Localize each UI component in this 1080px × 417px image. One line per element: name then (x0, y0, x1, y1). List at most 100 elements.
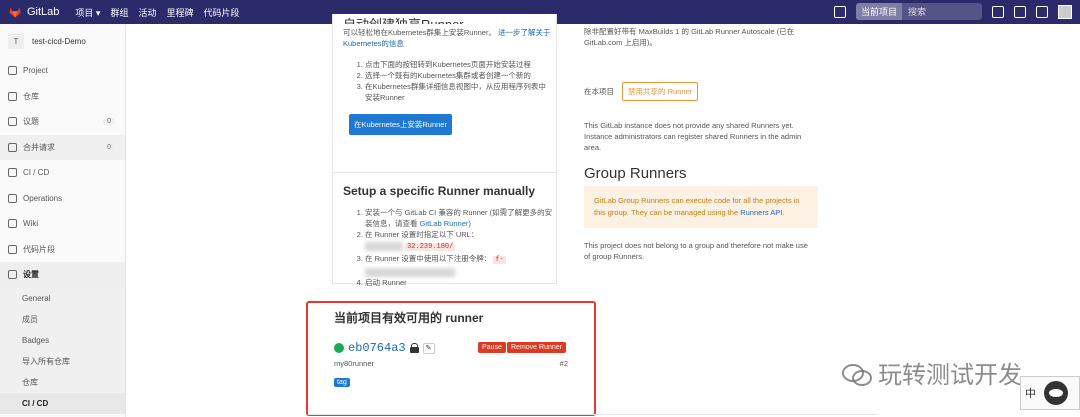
sidebar-item-label: 仓库 (23, 91, 39, 101)
runner-id-link[interactable]: eb0764a3 (348, 341, 406, 355)
watermark-text: 玩转测试开发 (878, 362, 1022, 389)
top-right-controls: 当前项目 搜索 (834, 3, 1072, 20)
settings-sub-general[interactable]: General (0, 288, 125, 309)
panda-icon (1044, 381, 1068, 405)
sidebar-item-wiki[interactable]: Wiki (0, 211, 125, 237)
settings-sub-repository[interactable]: 仓库 (0, 372, 125, 393)
auto-step: 在Kubernetes群集详细信息视图中，从应用程序列表中安装Runner (365, 81, 553, 103)
gitlab-runner-link[interactable]: GitLab Runner (420, 219, 469, 228)
auto-step: 点击下面的按钮转到Kubernetes页面开始安装过程 (365, 59, 553, 70)
sidebar-item-label: 合并请求 (23, 142, 55, 152)
sidebar-item-merge-requests[interactable]: 合并请求 0 (0, 134, 125, 160)
runner-status-icon (334, 343, 344, 353)
runner-row: eb0764a3 ✎ (334, 341, 435, 355)
plus-icon[interactable] (834, 5, 846, 18)
specific-runners-card: 自动创建独享Runner 可以轻松地在Kubernetes群集上安装Runner… (332, 14, 557, 287)
auto-step: 选择一个既有的Kubernetes集群或者创建一个新的 (365, 70, 553, 81)
sidebar-item-label: 议题 (23, 117, 39, 127)
nav-snippets[interactable]: 代码片段 (204, 6, 240, 19)
lock-icon (409, 343, 419, 353)
ime-toolbar[interactable]: 中 (1020, 376, 1080, 410)
sidebar-item-issues[interactable]: 议题 0 (0, 109, 125, 135)
sidebar-item-snippets[interactable]: 代码片段 (0, 237, 125, 263)
manual-step-text: 在 Runner 设置中使用以下注册令牌： (365, 254, 492, 263)
auto-runner-intro: 可以轻松地在Kubernetes群集上安装Runner。 进一步了解关于Kube… (343, 27, 553, 49)
runners-api-link[interactable]: Runners API (740, 208, 782, 217)
nav-projects[interactable]: 项目 ▾ (75, 6, 100, 19)
sidebar-item-repository[interactable]: 仓库 (0, 84, 125, 110)
manual-steps-list: 安装一个与 GitLab CI 兼容的 Runner (如需了解更多的安装信息，… (343, 207, 553, 288)
sidebar-item-label: CI / CD (23, 168, 50, 178)
sidebar-item-label: 代码片段 (23, 244, 55, 254)
auto-steps-list: 点击下面的按钮转到Kubernetes页面开始安装过程 选择一个既有的Kuber… (343, 59, 553, 103)
scissors-icon (8, 244, 17, 254)
settings-section: 设置 General 成员 Badges 导入所有仓库 仓库 CI / CD (0, 262, 125, 414)
tanuki-icon (9, 7, 21, 18)
pencil-icon[interactable]: ✎ (422, 342, 435, 354)
settings-sub-import[interactable]: 导入所有仓库 (0, 351, 125, 372)
manual-step: 在 Runner 设置时指定以下 URL： 32.239.180/ (365, 229, 553, 253)
runner-url: 32.239.180/ (405, 243, 456, 251)
sidebar-item-label: Operations (23, 193, 63, 203)
intro-text: 可以轻松地在Kubernetes群集上安装Runner。 (343, 28, 496, 37)
sidebar-item-label: Project (23, 66, 48, 76)
home-icon (8, 66, 17, 76)
manual-step-text-end: ) (468, 219, 471, 228)
sidebar-item-operations[interactable]: Operations (0, 186, 125, 212)
install-on-kubernetes-button[interactable]: 在Kubernetes上安装Runner (349, 114, 452, 135)
sidebar-item-label: Wiki (23, 219, 39, 229)
cloud-icon (8, 193, 17, 203)
merge-requests-count-badge: 0 (103, 143, 115, 151)
issues-icon[interactable] (992, 5, 1004, 18)
project-name: test-cicd-Demo (32, 36, 86, 46)
shared-runners-note: 除非配置好带有 MaxBuilds 1 的 GitLab Runner Auto… (584, 27, 795, 47)
sidebar: T test-cicd-Demo Project 仓库 议题 0 合并请求 0 … (0, 24, 126, 417)
sidebar-item-label: 设置 (23, 270, 39, 280)
manual-setup-heading: Setup a specific Runner manually (343, 184, 536, 198)
manual-step: 安装一个与 GitLab CI 兼容的 Runner (如需了解更多的安装信息，… (365, 207, 553, 229)
active-runners-highlight: 当前项目有效可用的 runner eb0764a3 ✎ Pause Remove… (306, 301, 596, 416)
no-shared-runners-text: This GitLab instance does not provide an… (584, 121, 802, 152)
runner-tag-badge: tag (334, 378, 350, 387)
user-avatar[interactable] (1058, 4, 1072, 19)
settings-sub-members[interactable]: 成员 (0, 309, 125, 330)
gitlab-logo[interactable]: GitLab (8, 5, 59, 19)
ime-mode-label: 中 (1025, 388, 1036, 400)
project-header[interactable]: T test-cicd-Demo (0, 24, 125, 58)
auto-runner-heading: 自动创建独享Runner (343, 14, 553, 24)
this-project-label: 在本项目 (584, 87, 614, 96)
card-divider (333, 172, 556, 173)
issues-count-badge: 0 (103, 118, 115, 126)
search-input[interactable]: 当前项目 搜索 (856, 3, 982, 20)
blurred-token (365, 267, 455, 277)
sidebar-item-settings[interactable]: 设置 (0, 262, 125, 288)
settings-sub-badges[interactable]: Badges (0, 330, 125, 351)
shared-runners-toggle-row: 在本项目 禁用共享的 Runner (584, 82, 699, 101)
manual-step: 在 Runner 设置中使用以下注册令牌： f- (365, 253, 553, 277)
blurred-url-prefix (365, 241, 403, 251)
nav-groups[interactable]: 群组 (110, 6, 128, 19)
search-scope[interactable]: 当前项目 (856, 3, 903, 20)
group-runners-note: This project does not belong to a group … (584, 241, 808, 261)
disable-shared-runners-button[interactable]: 禁用共享的 Runner (622, 82, 699, 101)
merge-request-icon[interactable] (1014, 5, 1026, 18)
todo-icon[interactable] (1036, 5, 1048, 18)
nav-activity[interactable]: 活动 (138, 6, 156, 19)
group-runners-heading: Group Runners (584, 165, 687, 182)
top-nav-menu: 项目 ▾ 群组 活动 里程碑 代码片段 (75, 6, 239, 19)
book-open-icon (8, 219, 17, 229)
search-placeholder: 搜索 (908, 7, 927, 17)
manual-step: 启动 Runner (365, 277, 553, 288)
book-icon (8, 91, 17, 101)
section-divider (308, 414, 878, 415)
remove-runner-button[interactable]: Remove Runner (507, 342, 566, 353)
settings-sub-cicd[interactable]: CI / CD (0, 392, 125, 414)
wechat-watermark: 玩转测试开发 (840, 355, 1022, 390)
issues-icon (8, 117, 17, 127)
project-avatar: T (8, 33, 24, 49)
nav-milestones[interactable]: 里程碑 (166, 6, 193, 19)
pause-runner-button[interactable]: Pause (478, 342, 506, 353)
sidebar-item-project[interactable]: Project (0, 58, 125, 84)
active-runners-heading: 当前项目有效可用的 runner (334, 311, 484, 325)
sidebar-item-cicd[interactable]: CI / CD (0, 160, 125, 186)
